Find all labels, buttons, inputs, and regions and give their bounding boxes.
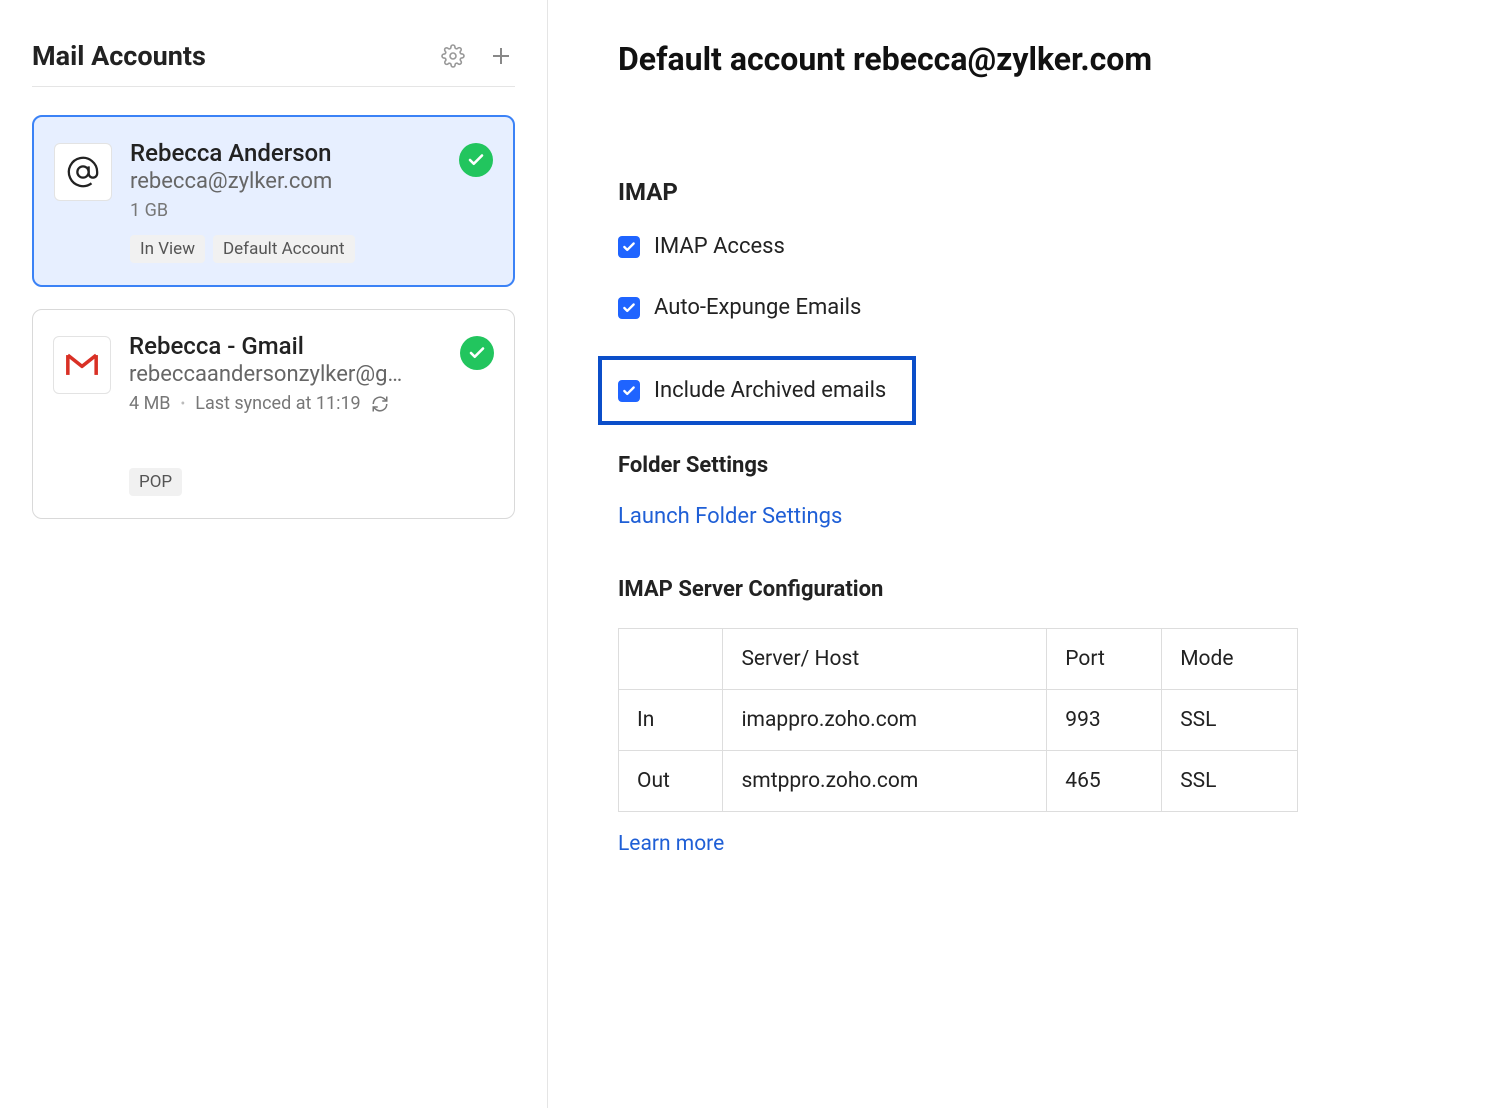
account-info: Rebecca - Gmail rebeccaandersonzylker@g……: [129, 332, 442, 496]
cell-mode: SSL: [1162, 690, 1298, 751]
account-card-rebecca-gmail[interactable]: Rebecca - Gmail rebeccaandersonzylker@g……: [32, 309, 515, 519]
th-host: Server/ Host: [723, 629, 1047, 690]
checkbox-checked-icon[interactable]: [618, 236, 640, 258]
at-icon: [54, 143, 112, 201]
cell-port: 993: [1047, 690, 1162, 751]
checkbox-checked-icon[interactable]: [618, 297, 640, 319]
gear-icon[interactable]: [439, 42, 467, 70]
check-icon: [460, 336, 494, 370]
auto-expunge-row[interactable]: Auto-Expunge Emails: [618, 295, 1442, 320]
sidebar-header: Mail Accounts: [32, 40, 515, 87]
page-title-email: rebecca@zylker.com: [853, 40, 1152, 78]
meta-separator: •: [181, 396, 186, 412]
account-info: Rebecca Anderson rebecca@zylker.com 1 GB…: [130, 139, 441, 263]
th-mode: Mode: [1162, 629, 1298, 690]
cell-dir: In: [619, 690, 723, 751]
imap-heading: IMAP: [618, 178, 1442, 206]
sidebar-title: Mail Accounts: [32, 40, 206, 72]
table-header-row: Server/ Host Port Mode: [619, 629, 1298, 690]
cell-port: 465: [1047, 751, 1162, 812]
server-config-table: Server/ Host Port Mode In imappro.zoho.c…: [618, 628, 1298, 812]
sidebar: Mail Accounts Rebecca Anderson: [0, 0, 548, 1108]
include-archived-row[interactable]: Include Archived emails: [598, 356, 916, 425]
account-email: rebecca@zylker.com: [130, 169, 430, 194]
imap-server-config-heading: IMAP Server Configuration: [618, 577, 1442, 602]
account-meta: 4 MB • Last synced at 11:19: [129, 393, 442, 414]
table-row: In imappro.zoho.com 993 SSL: [619, 690, 1298, 751]
cell-mode: SSL: [1162, 751, 1298, 812]
th-dir: [619, 629, 723, 690]
page-title-prefix: Default account: [618, 40, 853, 78]
auto-expunge-label: Auto-Expunge Emails: [654, 295, 861, 320]
checkbox-checked-icon[interactable]: [618, 380, 640, 402]
account-name: Rebecca Anderson: [130, 139, 441, 167]
cell-host: imappro.zoho.com: [723, 690, 1047, 751]
account-badges: POP: [129, 468, 442, 496]
account-name: Rebecca - Gmail: [129, 332, 442, 360]
imap-access-label: IMAP Access: [654, 234, 785, 259]
account-card-rebecca-zylker[interactable]: Rebecca Anderson rebecca@zylker.com 1 GB…: [32, 115, 515, 287]
check-icon: [459, 143, 493, 177]
account-size: 1 GB: [130, 200, 168, 221]
include-archived-label: Include Archived emails: [654, 378, 886, 403]
folder-settings-heading: Folder Settings: [618, 453, 1442, 478]
account-email: rebeccaandersonzylker@g…: [129, 362, 429, 387]
badge-default-account: Default Account: [213, 235, 355, 263]
main-panel: Default account rebecca@zylker.com IMAP …: [548, 0, 1502, 1108]
cell-host: smtppro.zoho.com: [723, 751, 1047, 812]
gmail-icon: [53, 336, 111, 394]
account-sync-info: Last synced at 11:19: [195, 393, 360, 414]
account-badges: In View Default Account: [130, 235, 441, 263]
badge-in-view: In View: [130, 235, 205, 263]
page-title: Default account rebecca@zylker.com: [618, 40, 1442, 78]
learn-more-link[interactable]: Learn more: [618, 832, 724, 856]
th-port: Port: [1047, 629, 1162, 690]
sidebar-actions: [439, 42, 515, 70]
cell-dir: Out: [619, 751, 723, 812]
badge-pop: POP: [129, 468, 182, 496]
account-size: 4 MB: [129, 393, 171, 414]
account-meta: 1 GB: [130, 200, 441, 221]
imap-access-row[interactable]: IMAP Access: [618, 234, 1442, 259]
refresh-icon[interactable]: [371, 395, 389, 413]
table-row: Out smtppro.zoho.com 465 SSL: [619, 751, 1298, 812]
launch-folder-settings-link[interactable]: Launch Folder Settings: [618, 504, 842, 529]
plus-icon[interactable]: [487, 42, 515, 70]
